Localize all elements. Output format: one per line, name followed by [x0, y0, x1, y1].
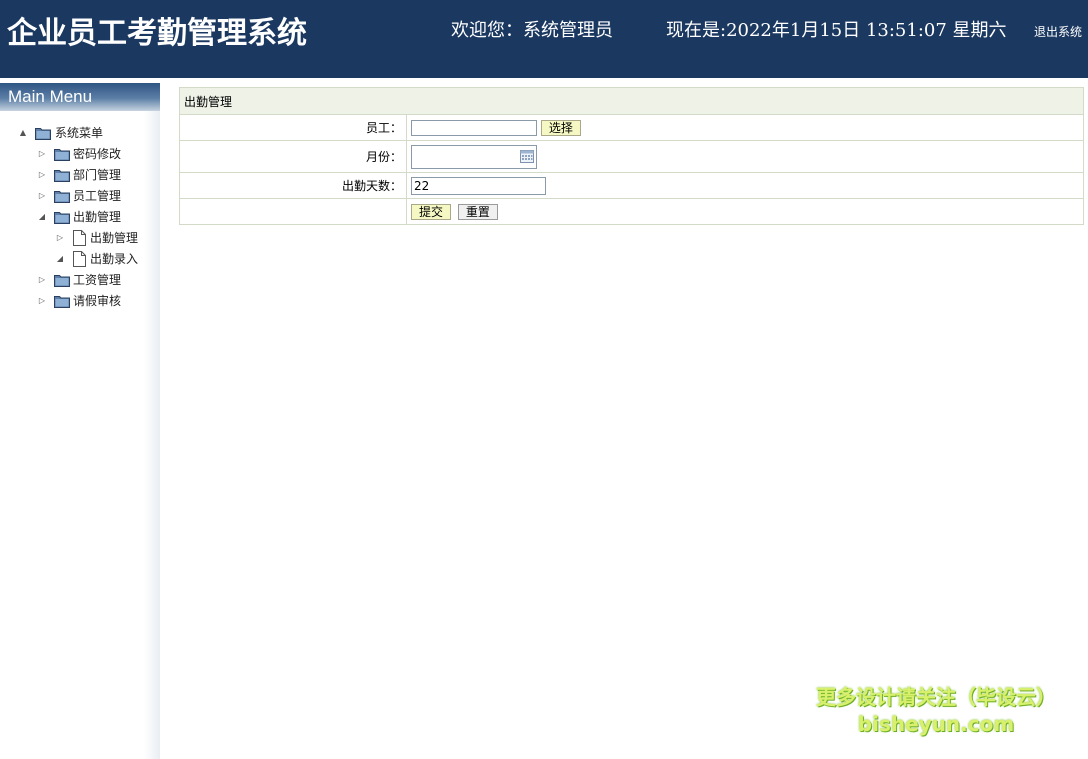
tree-node-label: 请假审核 — [73, 294, 122, 308]
app-title: 企业员工考勤管理系统 — [7, 16, 307, 51]
tree-node-attendance-entry[interactable]: ◢ 出勤录入 — [55, 249, 158, 269]
tree-node-label: 出勤管理 — [90, 231, 139, 245]
collapse-icon[interactable]: ◢ — [55, 249, 65, 269]
form-header-row: 出勤管理 — [179, 87, 1084, 115]
collapse-icon[interactable]: ◢ — [37, 207, 47, 227]
watermark-line2: bisheyun.com — [857, 712, 1015, 736]
month-picker[interactable] — [411, 144, 537, 169]
tree-node-label: 密码修改 — [73, 147, 122, 161]
action-cell: 提交 重置 — [406, 198, 1084, 225]
folder-icon — [35, 126, 51, 140]
days-row: 出勤天数： — [179, 172, 1084, 199]
expand-icon[interactable]: ▷ — [55, 228, 65, 248]
expand-icon[interactable]: ▷ — [37, 291, 47, 311]
expand-icon[interactable]: ▷ — [37, 144, 47, 164]
employee-row: 员工： 选择 — [179, 114, 1084, 141]
folder-icon — [54, 273, 70, 287]
tree-node-label: 系统菜单 — [55, 126, 104, 140]
month-cell — [406, 140, 1084, 173]
folder-open-icon — [54, 210, 70, 224]
tree-node-attendance[interactable]: ◢ 出勤管理 — [37, 207, 158, 227]
watermark: 更多设计请关注（毕设云） bisheyun.com — [806, 683, 1066, 737]
select-employee-button[interactable]: 选择 — [540, 119, 581, 136]
reset-button[interactable]: 重置 — [457, 203, 498, 220]
collapse-icon[interactable]: ▲ — [18, 123, 28, 143]
calendar-icon[interactable] — [520, 149, 534, 163]
tree-node-password[interactable]: ▷ 密码修改 — [37, 144, 158, 164]
tree-node-label: 工资管理 — [73, 273, 122, 287]
tree-node-system-menu[interactable]: ▲ 系统菜单 — [18, 123, 158, 143]
employee-input[interactable] — [411, 119, 537, 136]
sidebar: Main Menu ▲ 系统菜单 ▷ 密码修改 ▷ 部门管理 ▷ 员工管理 ◢ … — [0, 83, 160, 759]
folder-icon — [54, 294, 70, 308]
month-row: 月份： — [179, 140, 1084, 173]
folder-icon — [54, 147, 70, 161]
expand-icon[interactable]: ▷ — [37, 186, 47, 206]
attendance-days-input[interactable] — [411, 176, 546, 195]
main-content: 出勤管理 员工： 选择 月份： 出勤天数： 22 提交 重置 — [179, 87, 1084, 225]
action-label-cell — [179, 198, 407, 225]
employee-cell: 选择 — [406, 114, 1084, 141]
current-datetime: 现在是:2022年1月15日 13:51:07 星期六 — [666, 20, 1007, 41]
folder-icon — [54, 189, 70, 203]
month-input[interactable] — [411, 144, 537, 169]
days-label: 出勤天数： — [179, 172, 407, 199]
form-title: 出勤管理 — [179, 87, 1084, 115]
tree-node-employee[interactable]: ▷ 员工管理 — [37, 186, 158, 206]
sidebar-title: Main Menu — [0, 83, 160, 111]
days-cell — [406, 172, 1084, 199]
watermark-line1: 更多设计请关注（毕设云） — [816, 685, 1056, 709]
file-icon — [73, 230, 86, 246]
welcome-text: 欢迎您：系统管理员 — [451, 20, 613, 41]
top-header: 企业员工考勤管理系统 欢迎您：系统管理员 现在是:2022年1月15日 13:5… — [0, 0, 1088, 78]
submit-button[interactable]: 提交 — [411, 203, 452, 220]
tree-node-leave-review[interactable]: ▷ 请假审核 — [37, 291, 158, 311]
action-row: 提交 重置 — [179, 198, 1084, 225]
folder-icon — [54, 168, 70, 182]
tree-node-label: 部门管理 — [73, 168, 122, 182]
month-label: 月份： — [179, 140, 407, 173]
tree-node-attendance-manage[interactable]: ▷ 出勤管理 — [55, 228, 158, 248]
expand-icon[interactable]: ▷ — [37, 165, 47, 185]
tree-node-salary[interactable]: ▷ 工资管理 — [37, 270, 158, 290]
logout-link[interactable]: 退出系统 — [1034, 23, 1082, 40]
tree-node-label: 出勤管理 — [73, 210, 122, 224]
employee-label: 员工： — [179, 114, 407, 141]
tree-node-label: 员工管理 — [73, 189, 122, 203]
tree-node-department[interactable]: ▷ 部门管理 — [37, 165, 158, 185]
expand-icon[interactable]: ▷ — [37, 270, 47, 290]
tree-node-label: 出勤录入 — [90, 252, 139, 266]
file-icon — [73, 251, 86, 267]
attendance-form: 出勤管理 员工： 选择 月份： 出勤天数： 22 提交 重置 — [179, 87, 1084, 225]
